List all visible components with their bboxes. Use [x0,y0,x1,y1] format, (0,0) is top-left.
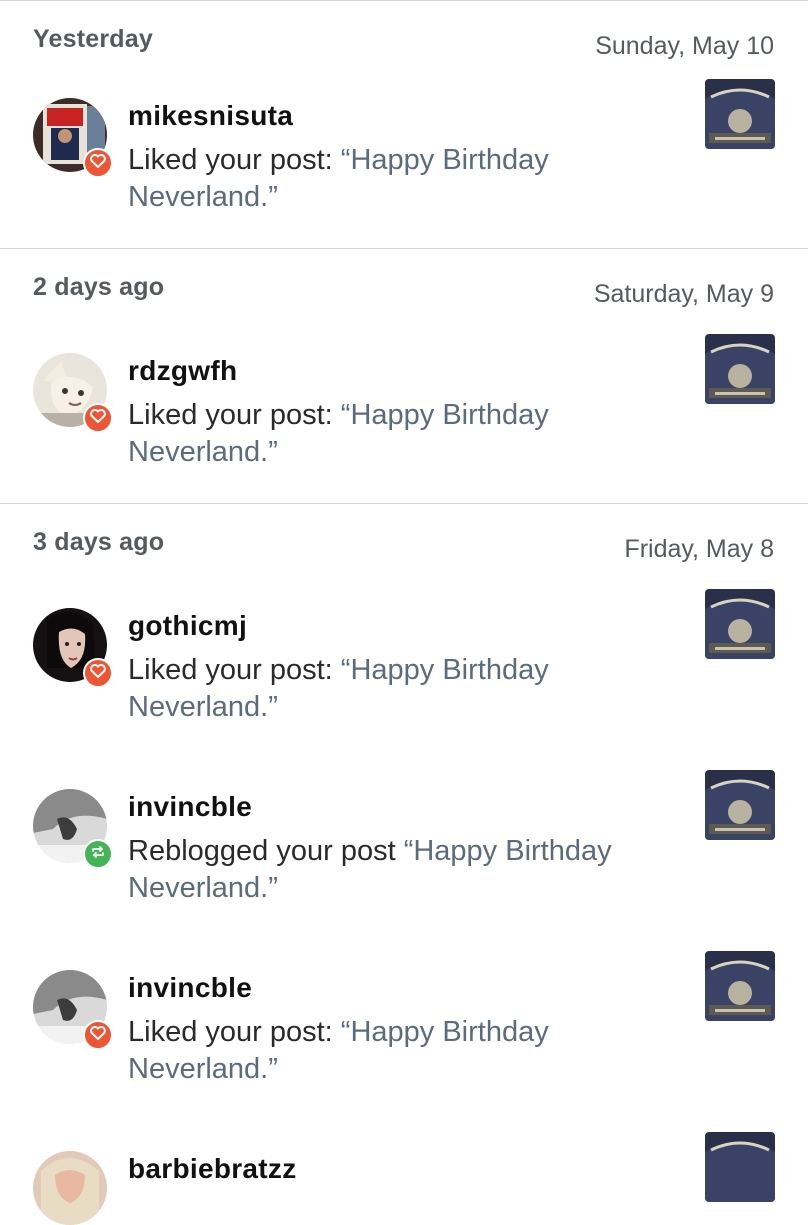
activity-item[interactable]: gothicmj Liked your post: “Happy Birthda… [0,589,808,748]
section-divider [0,0,808,1]
activity-section-2-days-ago: 2 days ago Saturday, May 9 rdzgwfh Liked… [0,248,808,503]
like-badge [83,148,113,178]
section-divider [0,248,808,249]
activity-message: Liked your post: “Happy Birthday Neverla… [128,1014,688,1088]
post-thumbnail[interactable] [705,951,775,1021]
like-badge [83,1020,113,1050]
section-divider [0,503,808,504]
action-text: Liked your post: [128,1016,341,1048]
username[interactable]: invincble [128,972,252,1004]
like-badge [83,403,113,433]
relative-date-label: 3 days ago [33,528,165,556]
relative-date-label: 2 days ago [33,273,165,301]
date-label: Friday, May 8 [624,535,774,563]
date-label: Sunday, May 10 [595,32,774,60]
username[interactable]: gothicmj [128,610,247,642]
like-badge [83,658,113,688]
action-text: Liked your post: [128,654,341,686]
post-thumbnail[interactable] [705,1132,775,1202]
date-label: Saturday, May 9 [593,280,774,308]
heart-icon [90,663,106,683]
reblog-icon [90,844,106,865]
activity-message: Liked your post: “Happy Birthday Neverla… [128,397,688,471]
username[interactable]: mikesnisuta [128,100,293,132]
post-thumbnail[interactable] [705,770,775,840]
activity-section-yesterday: Yesterday Sunday, May 10 mikesnisuta Lik… [0,0,808,248]
username[interactable]: rdzgwfh [128,355,237,387]
heart-icon [90,153,106,173]
activity-item[interactable]: mikesnisuta Liked your post: “Happy Birt… [0,79,808,238]
action-text: Liked your post: [128,399,341,431]
post-thumbnail[interactable] [705,79,775,149]
heart-icon [90,408,106,428]
action-text: Reblogged your post [128,835,404,867]
action-text: Liked your post: [128,144,341,176]
activity-item[interactable]: barbiebratzz [0,1132,808,1225]
relative-date-label: Yesterday [33,25,153,53]
activity-message: Liked your post: “Happy Birthday Neverla… [128,652,688,726]
heart-icon [90,1025,106,1045]
activity-item[interactable]: rdzgwfh Liked your post: “Happy Birthday… [0,334,808,493]
activity-item[interactable]: invincble Liked your post: “Happy Birthd… [0,951,808,1110]
activity-item[interactable]: invincble Reblogged your post “Happy Bir… [0,770,808,929]
username[interactable]: invincble [128,791,252,823]
reblog-badge [83,839,113,869]
post-thumbnail[interactable] [705,334,775,404]
activity-message: Liked your post: “Happy Birthday Neverla… [128,142,688,216]
activity-section-3-days-ago: 3 days ago Friday, May 8 gothicmj Liked … [0,503,808,1225]
username[interactable]: barbiebratzz [128,1153,297,1185]
post-thumbnail[interactable] [705,589,775,659]
avatar[interactable] [33,1151,107,1225]
activity-message: Reblogged your post “Happy Birthday Neve… [128,833,668,907]
